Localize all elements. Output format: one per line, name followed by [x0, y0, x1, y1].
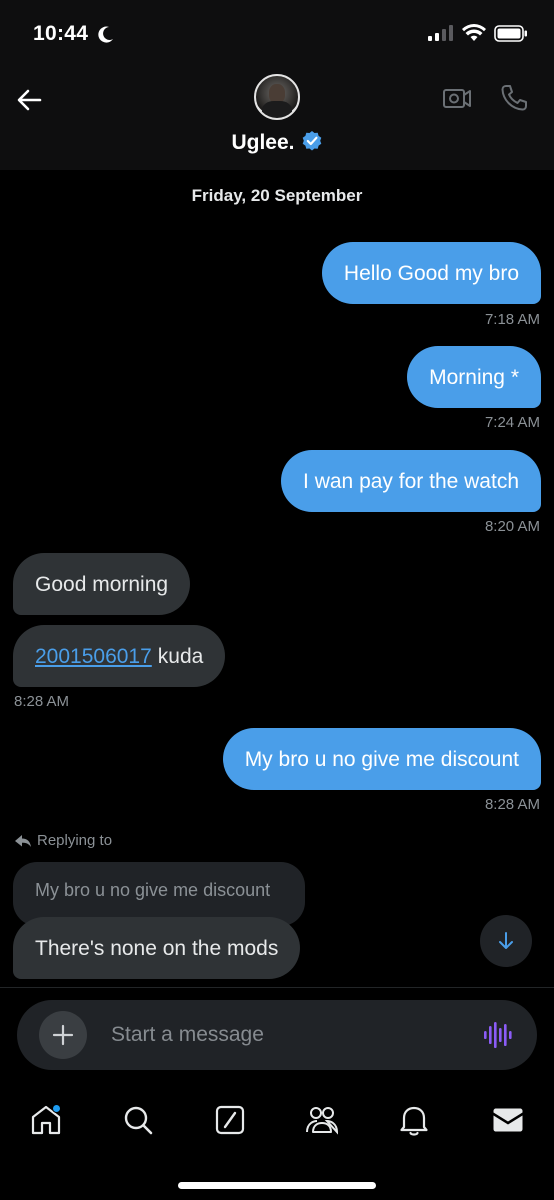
add-attachment-button[interactable]	[39, 1011, 87, 1059]
message-text: kuda	[157, 644, 204, 668]
message-timestamp: 7:24 AM	[484, 414, 540, 431]
message-composer	[17, 1000, 537, 1070]
notification-dot	[52, 1104, 61, 1113]
message-input[interactable]	[111, 1018, 451, 1052]
nav-search[interactable]	[118, 1100, 158, 1140]
replying-to-text: Replying to	[37, 832, 113, 849]
composer-divider	[0, 987, 554, 988]
replying-to-label: Replying to	[14, 832, 112, 849]
reply-arrow-icon	[15, 834, 31, 847]
contact-name: Uglee.	[231, 131, 295, 154]
video-call-icon[interactable]	[441, 82, 473, 114]
voice-message-icon[interactable]	[483, 1020, 513, 1050]
conversation-header: Uglee.	[0, 64, 554, 170]
communities-icon	[306, 1107, 339, 1135]
message-bubble-outgoing[interactable]: I wan pay for the watch	[281, 450, 541, 512]
nav-messages[interactable]	[488, 1100, 528, 1140]
plus-icon	[52, 1024, 74, 1046]
avatar-body	[262, 101, 292, 118]
account-number-link[interactable]: 2001506017	[35, 646, 152, 667]
message-bubble-incoming[interactable]: 2001506017 kuda	[13, 625, 226, 687]
message-timestamp: 8:28 AM	[484, 796, 540, 813]
back-arrow-icon[interactable]	[14, 84, 46, 116]
status-time: 10:44	[33, 22, 89, 45]
notifications-icon	[400, 1106, 428, 1136]
cellular-signal-icon	[428, 25, 453, 41]
wifi-icon	[462, 24, 486, 41]
message-timestamp: 8:28 AM	[14, 693, 70, 710]
search-icon	[124, 1106, 153, 1135]
messages-icon	[493, 1108, 523, 1132]
contact-avatar[interactable]	[254, 74, 300, 120]
message-bubble-outgoing[interactable]: Hello Good my bro	[321, 242, 541, 304]
message-bubble-outgoing[interactable]: Morning *	[407, 346, 541, 408]
verified-badge-icon	[302, 131, 321, 151]
battery-icon	[494, 24, 527, 42]
scroll-to-bottom-button[interactable]	[480, 915, 532, 967]
nav-communities[interactable]	[302, 1100, 342, 1140]
grok-icon	[215, 1105, 245, 1135]
message-bubble-incoming[interactable]: Good morning	[13, 553, 191, 615]
home-indicator[interactable]	[178, 1182, 376, 1189]
moon-icon	[98, 26, 113, 43]
phone-call-icon[interactable]	[498, 82, 530, 114]
contact-name-row[interactable]: Uglee.	[0, 130, 554, 155]
status-indicators	[428, 24, 528, 42]
message-timestamp: 7:18 AM	[484, 311, 540, 328]
message-timestamp: 8:20 AM	[484, 518, 540, 535]
message-bubble-incoming[interactable]: There's none on the mods	[13, 917, 301, 979]
message-bubble-outgoing[interactable]: My bro u no give me discount	[222, 728, 541, 790]
nav-grok[interactable]	[210, 1100, 250, 1140]
nav-notifications[interactable]	[394, 1100, 434, 1140]
nav-home[interactable]	[26, 1100, 66, 1140]
arrow-down-icon	[499, 932, 513, 949]
status-bar: 10:44	[0, 0, 554, 64]
date-separator: Friday, 20 September	[191, 186, 363, 205]
